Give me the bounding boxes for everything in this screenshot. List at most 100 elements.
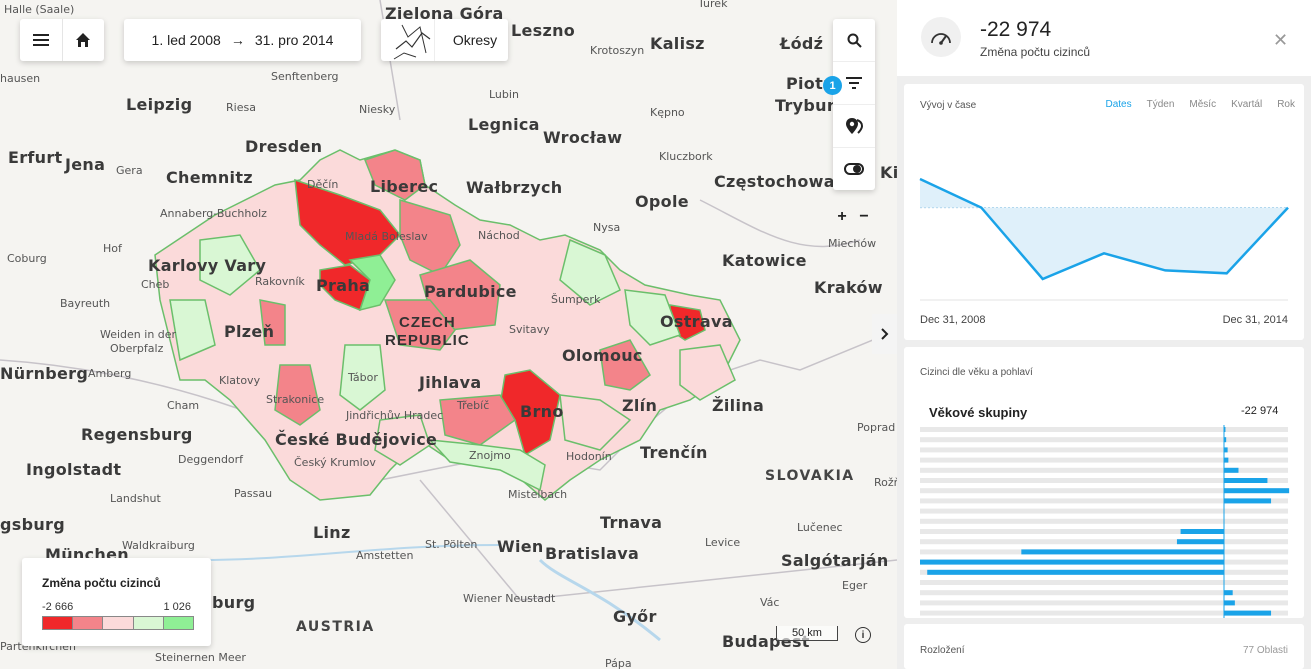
city-label: Hodonín <box>566 450 612 463</box>
date-range-selector[interactable]: 1. led 2008 → 31. pro 2014 <box>124 19 361 61</box>
collapse-panel-button[interactable] <box>872 314 897 354</box>
zoom-out-button[interactable]: − <box>855 208 873 226</box>
city-label: Halle (Saale) <box>4 3 75 16</box>
city-label: Miechów <box>828 237 877 250</box>
city-label: Győr <box>613 607 657 626</box>
filter-button[interactable]: 1 <box>823 62 875 105</box>
city-label: Kalisz <box>650 34 705 53</box>
age-bar <box>1224 457 1229 463</box>
timeline-card: Vývoj v čase Dec 31, 2008 Dec 31, 2014 <box>904 84 1304 340</box>
city-label: Plzeň <box>224 322 275 341</box>
age-bar-track <box>920 529 1288 534</box>
city-label: Amberg <box>88 367 132 380</box>
age-bar-chart <box>920 425 1290 618</box>
city-label: Steinernen Meer <box>155 651 246 664</box>
city-label: Pardubice <box>424 282 517 301</box>
age-bar <box>1224 467 1239 473</box>
country-label-sk: SLOVAKIA <box>765 468 855 484</box>
city-label: Náchod <box>478 229 520 242</box>
city-label: Chemnitz <box>166 168 253 187</box>
distribution-count: 77 Oblasti <box>1243 645 1289 656</box>
city-label: Senftenberg <box>271 70 339 83</box>
map-pins-icon <box>846 118 863 134</box>
timeline-area <box>920 179 1288 279</box>
city-label: Pápa <box>605 657 632 669</box>
map-toolbar: 1 <box>823 19 875 190</box>
close-icon[interactable]: ✕ <box>1273 30 1288 51</box>
detail-panel: -22 974 Změna počtu cizinců ✕ Vývoj v ča… <box>897 0 1311 669</box>
age-bar <box>927 569 1224 575</box>
city-label: Erfurt <box>8 148 63 167</box>
city-label: Niesky <box>359 103 396 116</box>
city-label: Lučenec <box>797 521 843 534</box>
age-bar-track <box>920 590 1288 596</box>
city-label: Praha <box>316 276 371 295</box>
age-bar-track <box>920 427 1288 432</box>
home-icon <box>76 33 91 47</box>
age-group-total: -22 974 <box>1241 405 1279 417</box>
age-bar <box>1224 590 1233 596</box>
city-label: Třebíč <box>457 399 490 412</box>
city-label: Passau <box>234 487 273 500</box>
city-label: Regensburg <box>81 425 193 444</box>
age-bar <box>920 559 1224 565</box>
tab-month[interactable]: Měsíc <box>1189 99 1216 110</box>
menu-icon <box>32 34 49 46</box>
city-label: Rožň <box>874 476 897 489</box>
arrow-right-icon: → <box>230 32 245 48</box>
age-bar <box>1224 488 1290 494</box>
panel-header: -22 974 Změna počtu cizinců ✕ <box>897 0 1311 76</box>
toggle-icon <box>844 163 864 175</box>
tab-year[interactable]: Rok <box>1277 99 1295 110</box>
compare-toggle-button[interactable] <box>833 148 875 190</box>
zoom-in-button[interactable]: + <box>833 208 851 226</box>
info-icon[interactable]: i <box>855 627 871 643</box>
city-label: Ingolstadt <box>26 460 122 479</box>
city-label: Weiden in der <box>100 328 177 341</box>
legend-min: -2 666 <box>42 601 74 613</box>
date-to: 31. pro 2014 <box>254 32 334 48</box>
map-scale-bar: 50 km <box>776 626 838 641</box>
filter-icon <box>846 77 862 89</box>
tab-quarter[interactable]: Kvartál <box>1231 99 1262 110</box>
legend-max: 1 026 <box>163 601 191 613</box>
search-button[interactable] <box>833 19 875 62</box>
panel-subtitle: Změna počtu cizinců <box>980 45 1091 59</box>
home-button[interactable] <box>61 19 105 61</box>
city-label: Nürnberg <box>0 364 89 383</box>
city-label: Děčín <box>307 178 339 191</box>
city-label: Wrocław <box>543 128 623 147</box>
chevron-right-icon <box>880 328 888 340</box>
city-label: Jihlava <box>419 373 482 392</box>
city-label: Legnica <box>468 115 540 134</box>
age-bar <box>1180 529 1224 534</box>
layer-selector[interactable]: Okresy <box>381 19 508 61</box>
city-label: Jena <box>65 155 106 174</box>
city-label: Turek <box>698 0 728 10</box>
city-label: Žilina <box>712 396 765 415</box>
city-label: Annaberg-Buchholz <box>160 207 267 220</box>
age-bar-track <box>920 580 1288 585</box>
tab-week[interactable]: Týden <box>1147 99 1175 110</box>
river <box>538 558 661 642</box>
tab-dates[interactable]: Dates <box>1105 99 1131 110</box>
age-group-title: Věkové skupiny <box>929 405 1028 420</box>
age-bar <box>1224 447 1228 453</box>
city-label: Leipzig <box>126 95 193 114</box>
legend-swatch <box>73 617 104 629</box>
city-label: Liberec <box>370 177 439 196</box>
legend-swatch <box>163 617 194 629</box>
age-bar <box>1224 610 1272 616</box>
city-label: České Budějovice <box>275 430 438 449</box>
city-label: Cheb <box>141 278 170 291</box>
layer-thumbnail-icon <box>391 19 435 61</box>
places-button[interactable] <box>833 105 875 148</box>
city-label: Olomouc <box>562 346 643 365</box>
city-label: Salgótarján <box>781 551 889 570</box>
menu-button[interactable] <box>20 19 62 61</box>
city-label: Tábor <box>348 371 378 384</box>
city-label: Trybun <box>775 96 839 115</box>
legend-swatch <box>133 617 164 629</box>
age-bar <box>1224 478 1268 483</box>
age-bar-track <box>920 539 1288 545</box>
